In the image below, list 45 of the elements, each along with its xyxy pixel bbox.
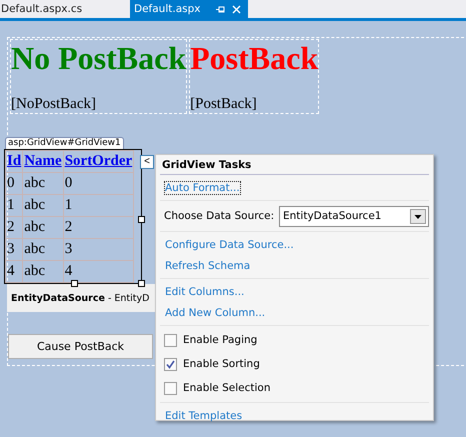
table-cell: abc bbox=[22, 238, 64, 260]
table-cell: 3 bbox=[6, 238, 23, 260]
table-cell: 2 bbox=[63, 216, 134, 238]
checkbox-label: Enable Sorting bbox=[183, 358, 260, 370]
task-link[interactable]: Auto Format... bbox=[164, 180, 241, 194]
task-link[interactable]: Refresh Schema bbox=[164, 258, 252, 272]
table-cell: 2 bbox=[6, 216, 23, 238]
task-link[interactable]: Edit Templates bbox=[164, 408, 244, 422]
smart-tag-button[interactable]: < bbox=[140, 155, 154, 169]
document-tab[interactable]: Default.aspx bbox=[130, 0, 248, 18]
field-label: Choose Data Source: bbox=[164, 210, 274, 222]
table-cell: abc bbox=[22, 216, 64, 238]
asp-label-text: [NoPostBack] bbox=[11, 95, 97, 113]
table-cell: 3 bbox=[63, 238, 134, 260]
asp-label-text: [PostBack] bbox=[190, 95, 258, 113]
task-link[interactable]: Configure Data Source... bbox=[164, 238, 295, 252]
datasource-label: EntityDataSource - EntityD bbox=[11, 292, 150, 304]
resize-handle[interactable] bbox=[138, 280, 145, 287]
heading-text: No PostBack bbox=[11, 40, 186, 76]
resize-handle[interactable] bbox=[138, 216, 145, 223]
resize-handle[interactable] bbox=[71, 280, 78, 287]
task-link[interactable]: Add New Column... bbox=[164, 306, 266, 320]
checkbox[interactable] bbox=[164, 382, 177, 394]
checkbox[interactable] bbox=[164, 358, 177, 370]
checkbox-label: Enable Selection bbox=[183, 382, 270, 394]
table-cell: abc bbox=[22, 172, 64, 194]
table-cell: abc bbox=[22, 194, 64, 216]
table-cell: abc bbox=[22, 260, 64, 282]
table-cell: 0 bbox=[6, 172, 23, 194]
table-cell: 1 bbox=[63, 194, 134, 216]
datasource-control[interactable]: EntityDataSource - EntityD bbox=[7, 284, 155, 312]
panel-title: GridView Tasks bbox=[160, 155, 429, 175]
task-link[interactable]: Edit Columns... bbox=[164, 284, 246, 298]
datasource-dropdown[interactable]: EntityDataSource1 bbox=[279, 206, 429, 226]
control-tag: asp:GridView#GridView1 bbox=[5, 137, 124, 149]
table-cell: 0 bbox=[63, 172, 134, 194]
table-cell: 1 bbox=[6, 194, 23, 216]
document-tab[interactable]: Default.aspx.cs bbox=[0, 0, 123, 18]
pin-icon[interactable] bbox=[216, 4, 224, 14]
close-icon[interactable] bbox=[232, 4, 240, 14]
checkbox-label: Enable Paging bbox=[183, 334, 258, 346]
heading-text: PostBack bbox=[190, 40, 318, 76]
checkbox[interactable] bbox=[164, 334, 177, 346]
table-cell: 4 bbox=[6, 260, 23, 282]
cause-postback-button[interactable]: Cause PostBack bbox=[8, 334, 153, 359]
